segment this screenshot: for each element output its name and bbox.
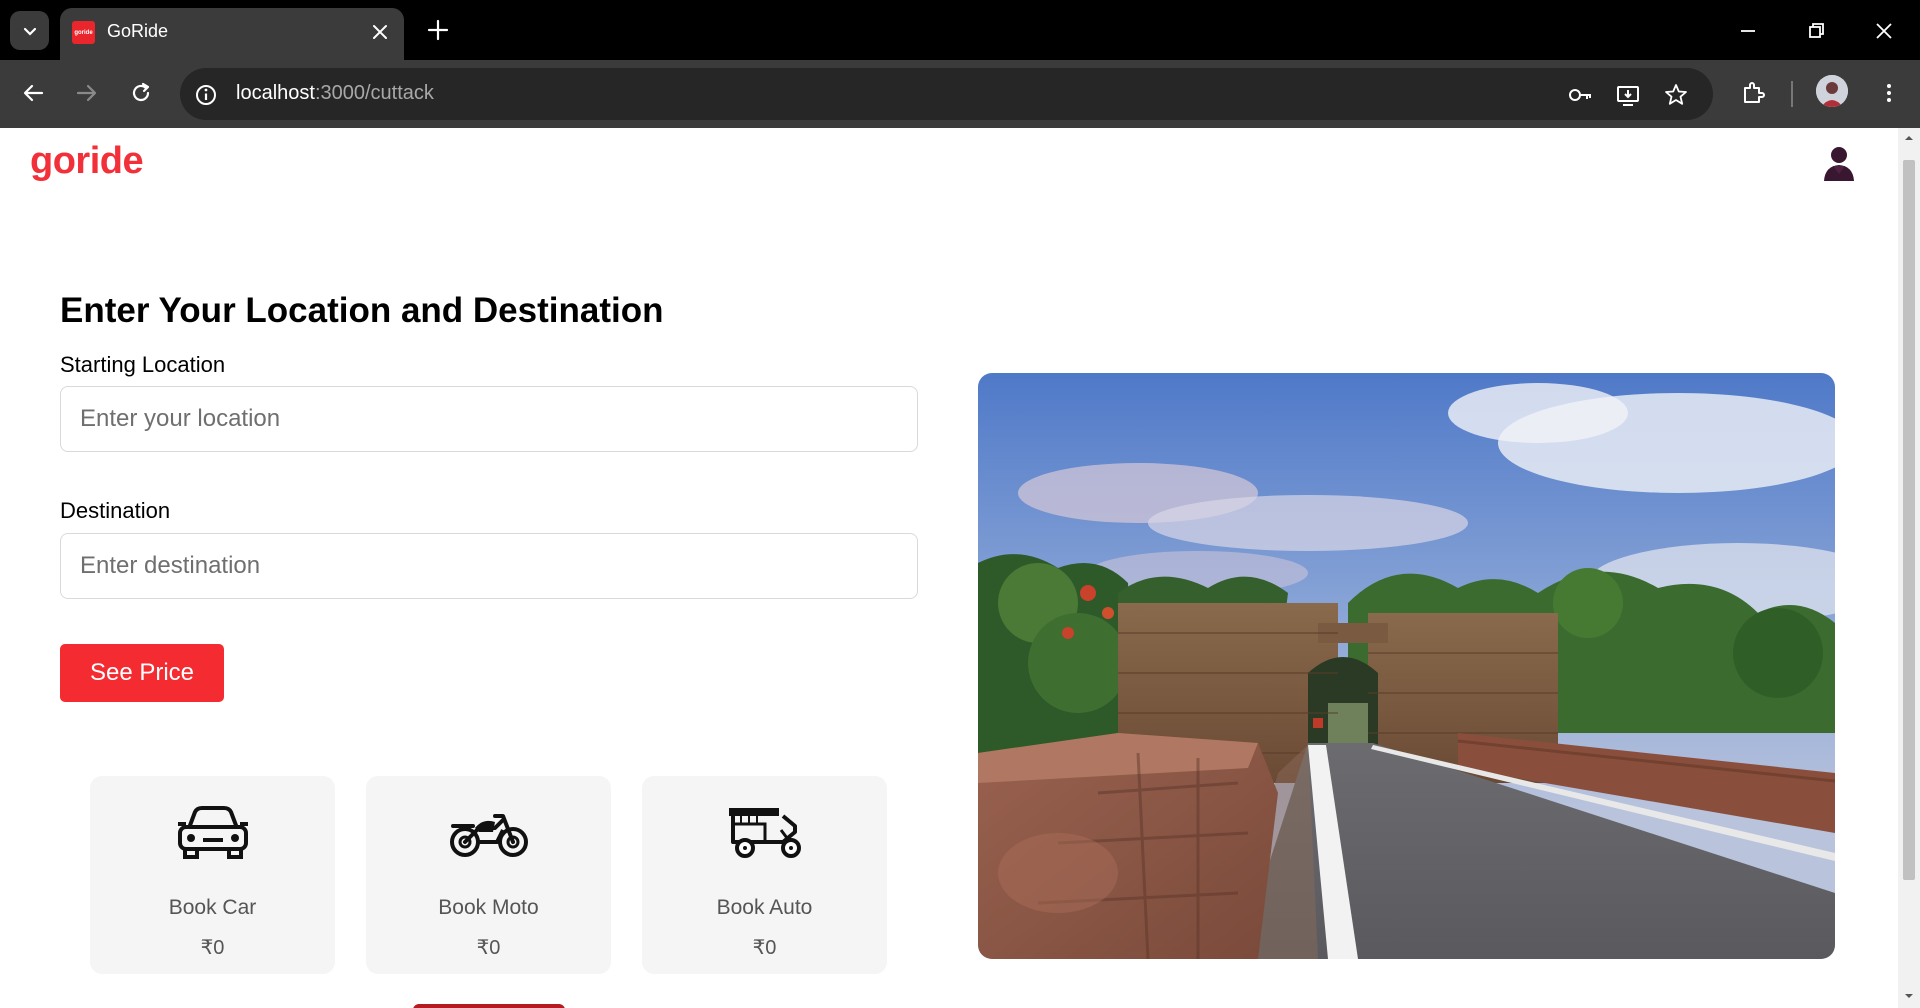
user-icon[interactable] <box>1820 144 1858 182</box>
favicon-icon: goride <box>72 21 95 44</box>
url-text[interactable]: localhost:3000/cuttack <box>236 82 434 105</box>
close-tab-icon[interactable] <box>368 20 392 44</box>
tab-title: GoRide <box>107 21 169 41</box>
browser-tabbar: goride GoRide <box>0 0 1920 60</box>
book-car-price: ₹0 <box>200 937 225 959</box>
minimize-icon[interactable] <box>1733 16 1763 46</box>
book-moto-label: Book Moto <box>438 896 539 919</box>
goride-logo[interactable]: goride <box>30 140 144 183</box>
book-moto-card[interactable]: Book Moto ₹0 <box>366 776 611 974</box>
auto-rickshaw-icon <box>728 808 801 858</box>
starting-location-input[interactable] <box>60 386 918 452</box>
starting-location-label: Starting Location <box>60 352 226 377</box>
profile-avatar-icon[interactable] <box>1816 75 1848 107</box>
browser-toolbar: localhost:3000/cuttack <box>0 60 1920 128</box>
page-scrollbar[interactable] <box>1898 128 1920 1008</box>
book-button-partial[interactable] <box>413 1004 565 1008</box>
car-icon <box>177 806 248 859</box>
motorcycle-icon <box>449 814 528 857</box>
restore-icon[interactable] <box>1801 16 1831 46</box>
book-moto-price: ₹0 <box>476 937 501 959</box>
extensions-puzzle-icon[interactable] <box>1738 78 1768 108</box>
book-car-label: Book Car <box>168 896 257 919</box>
book-auto-price: ₹0 <box>752 937 777 959</box>
address-bar[interactable]: localhost:3000/cuttack <box>180 68 1713 120</box>
book-car-card[interactable]: Book Car ₹0 <box>90 776 335 974</box>
scroll-up-arrow-icon[interactable] <box>1903 132 1915 144</box>
tab-search-button[interactable] <box>10 11 49 50</box>
toolbar-divider <box>1791 81 1793 107</box>
destination-input[interactable] <box>60 533 918 599</box>
stone-gate-road-photo <box>978 373 1835 959</box>
new-tab-icon[interactable] <box>424 16 452 44</box>
scroll-down-arrow-icon[interactable] <box>1903 990 1915 1002</box>
back-arrow-icon[interactable] <box>18 78 48 108</box>
site-info-icon[interactable] <box>192 81 220 109</box>
install-app-icon[interactable] <box>1614 81 1642 109</box>
book-auto-label: Book Auto <box>716 896 813 919</box>
page-viewport: goride Enter Your Location and Destinati… <box>0 128 1898 1008</box>
book-auto-card[interactable]: Book Auto ₹0 <box>642 776 887 974</box>
reload-icon[interactable] <box>126 78 156 108</box>
destination-label: Destination <box>60 498 171 523</box>
scroll-thumb[interactable] <box>1903 160 1915 880</box>
close-window-icon[interactable] <box>1869 16 1899 46</box>
password-key-icon[interactable] <box>1566 81 1594 109</box>
chevron-down-icon <box>23 27 36 36</box>
browser-tab-active[interactable]: goride GoRide <box>60 8 404 60</box>
kebab-menu-icon[interactable] <box>1874 78 1904 108</box>
forward-arrow-icon[interactable] <box>72 78 102 108</box>
bookmark-star-icon[interactable] <box>1662 81 1690 109</box>
page-title: Enter Your Location and Destination <box>60 291 664 330</box>
see-price-button[interactable]: See Price <box>60 644 224 702</box>
